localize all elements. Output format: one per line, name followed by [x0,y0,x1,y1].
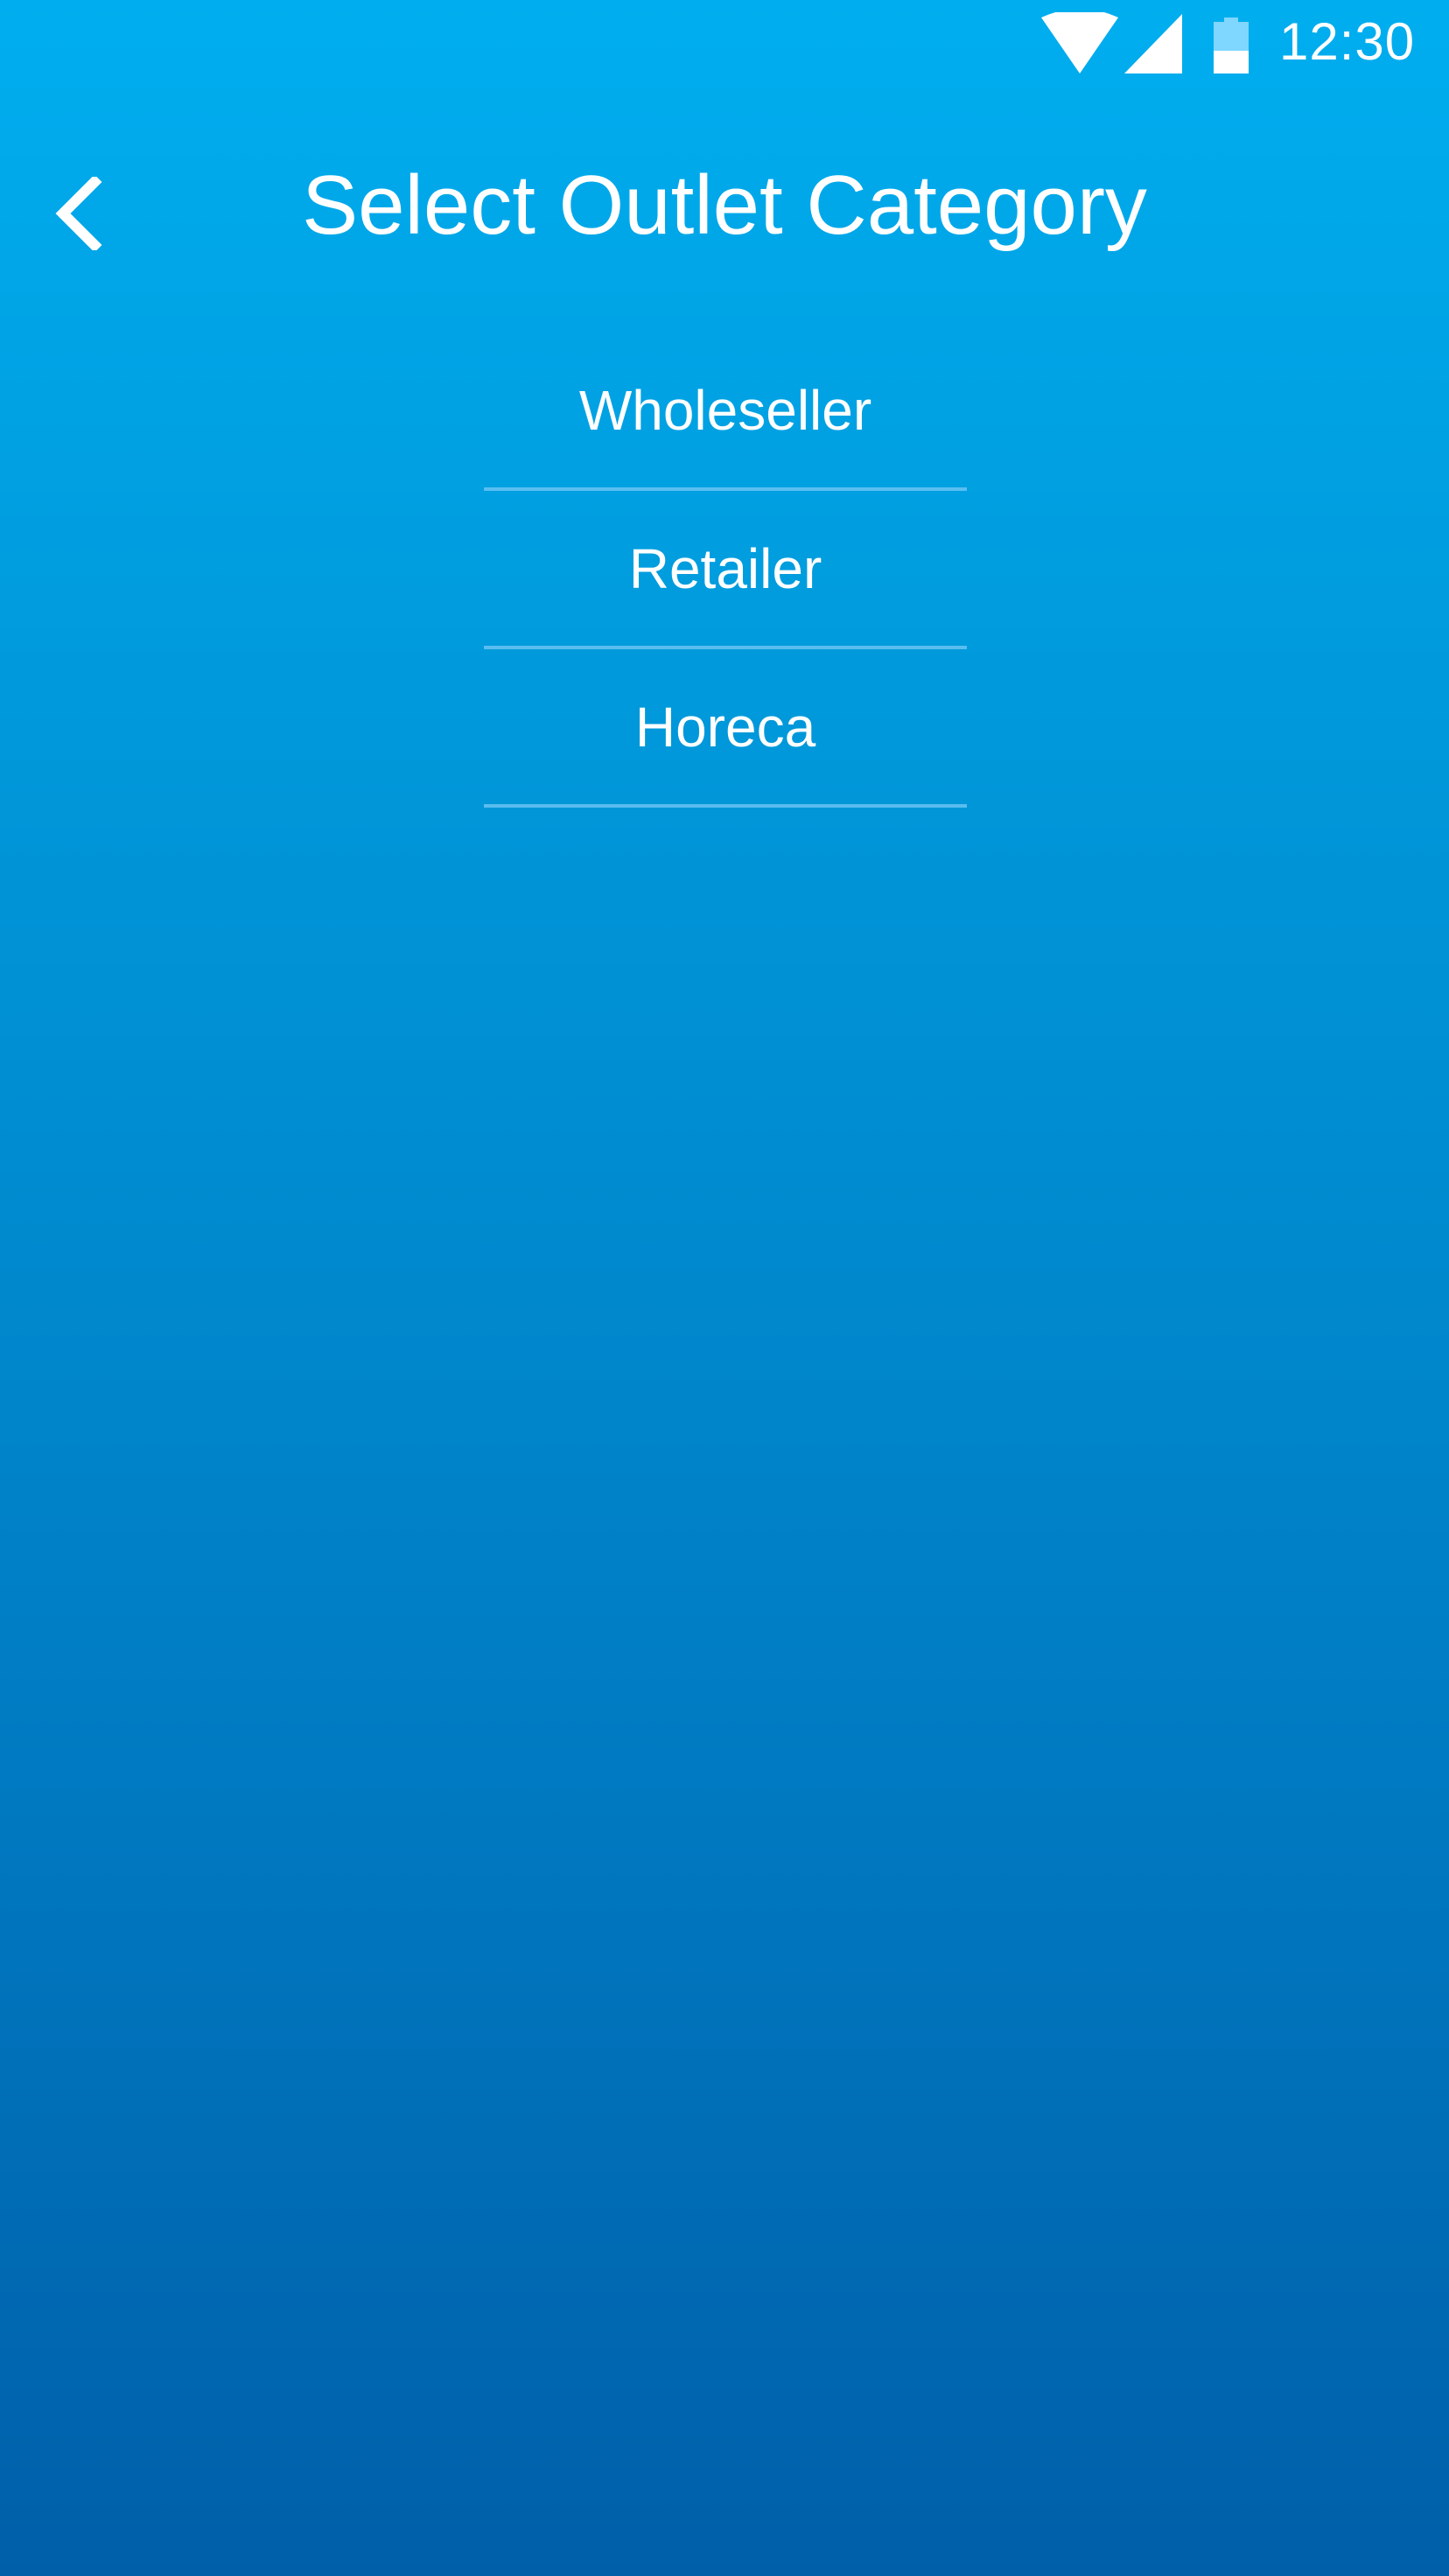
app-header: Select Outlet Category [0,131,1449,280]
cell-signal-icon [1124,14,1182,74]
page-title: Select Outlet Category [302,158,1147,252]
status-bar: 12:30 [0,0,1449,88]
battery-icon [1214,18,1249,74]
category-option-label: Retailer [628,536,822,600]
status-clock: 12:30 [1279,12,1416,71]
wifi-icon [1041,12,1118,74]
category-list: Wholeseller Retailer Horeca [484,332,967,808]
category-option-label: Wholeseller [578,378,872,442]
category-option-retailer[interactable]: Retailer [484,491,967,649]
category-option-horeca[interactable]: Horeca [484,649,967,808]
category-option-wholeseller[interactable]: Wholeseller [484,332,967,491]
category-option-label: Horeca [634,695,816,759]
